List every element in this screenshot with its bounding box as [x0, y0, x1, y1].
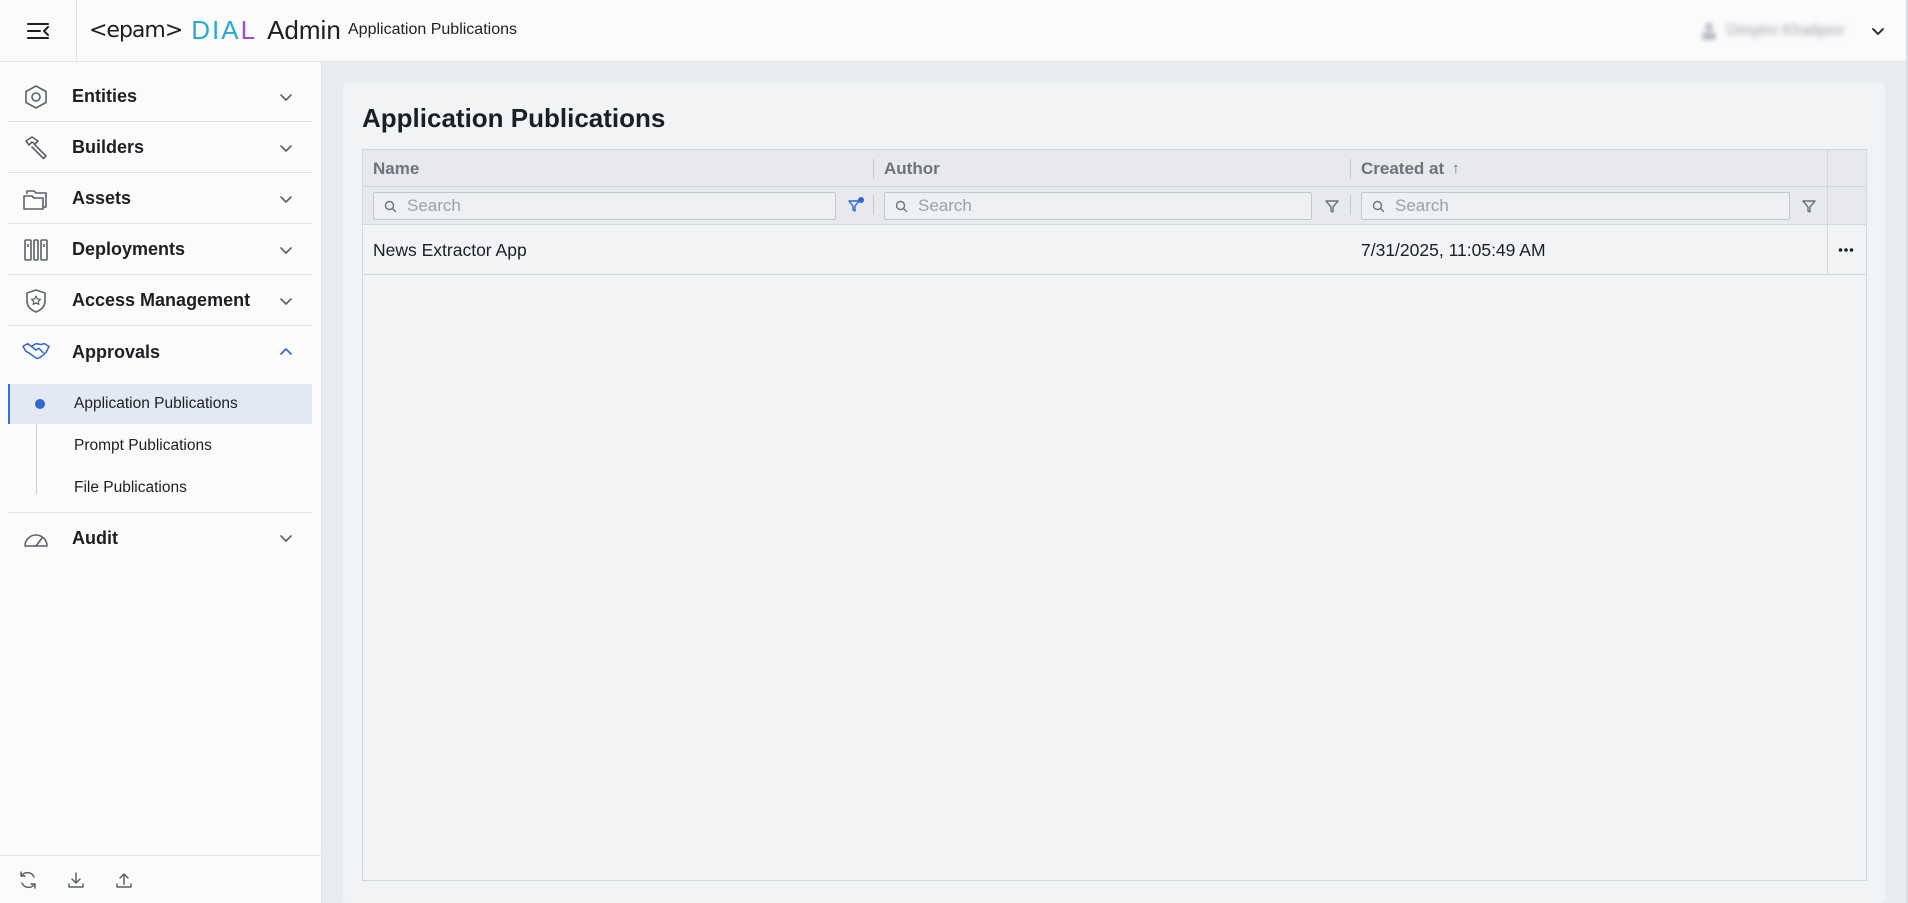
column-header-name[interactable]: Name	[363, 150, 873, 187]
active-dot	[35, 399, 45, 409]
search-icon	[384, 200, 397, 212]
author-filter-button[interactable]	[1323, 197, 1341, 215]
sidebar: Entities Builders Assets Deployments Acc…	[0, 62, 322, 903]
sidebar-subitem-label: Prompt Publications	[74, 437, 212, 454]
sidebar-item-builders[interactable]: Builders	[8, 123, 312, 173]
chevron-down-icon	[280, 93, 292, 101]
user-name: Dmytro Khalipov	[1726, 22, 1844, 39]
sidebar-item-label: Entities	[72, 86, 138, 106]
column-header-created-at[interactable]: Created at ↑	[1351, 150, 1827, 187]
hexagon-icon	[22, 83, 50, 111]
refresh-icon[interactable]	[17, 869, 39, 891]
top-bar: <epam> DIAL Admin Application Publicatio…	[0, 0, 1908, 62]
search-icon	[895, 200, 908, 212]
publications-table: Name Author Created at ↑ Search Search S…	[362, 149, 1867, 881]
chevron-up-icon	[280, 348, 292, 355]
column-header-label: Author	[884, 158, 940, 178]
app-logo[interactable]: <epam> DIAL Admin	[89, 14, 341, 46]
header-page-title: Application Publications	[348, 21, 517, 38]
sidebar-item-entities[interactable]: Entities	[8, 72, 312, 122]
filter-active-icon	[848, 197, 864, 212]
name-search-field[interactable]	[373, 192, 836, 220]
chevron-down-icon	[280, 246, 292, 254]
sidebar-subitem-prompt-publications[interactable]: Prompt Publications	[8, 426, 312, 466]
page-title: Application Publications	[362, 103, 666, 133]
menu-toggle-button[interactable]	[0, 0, 77, 62]
cell-created-at: 7/31/2025, 11:05:49 AM	[1361, 239, 1546, 260]
chevron-down-icon	[280, 297, 292, 305]
created-at-search-field[interactable]	[1361, 192, 1790, 220]
name-filter-button[interactable]	[847, 197, 865, 215]
sidebar-subitem-label: Application Publications	[74, 395, 238, 412]
shield-star-icon	[22, 287, 50, 315]
gauge-icon	[22, 524, 50, 552]
handshake-icon	[22, 338, 50, 366]
sidebar-item-audit[interactable]: Audit	[8, 513, 312, 563]
filter-icon	[1802, 200, 1816, 213]
dial-logo-l: L	[240, 14, 258, 45]
admin-logo-text: Admin	[267, 14, 341, 45]
table-filter-row	[363, 187, 1866, 225]
column-resize-handle	[1350, 195, 1351, 215]
sidebar-subitem-label: File Publications	[74, 479, 187, 496]
sidebar-item-label: Audit	[72, 527, 118, 548]
table-header-row: Name Author Created at ↑	[363, 150, 1866, 187]
chevron-down-icon	[1872, 28, 1884, 35]
sidebar-item-label: Builders	[72, 137, 145, 157]
sidebar-item-label: Approvals	[72, 341, 161, 362]
dial-logo-text: DIAL	[191, 15, 257, 46]
sidebar-item-assets[interactable]: Assets	[8, 174, 312, 224]
column-header-label: Name	[373, 158, 420, 178]
chevron-down-icon	[280, 144, 292, 152]
sidebar-subitem-file-publications[interactable]: File Publications	[8, 468, 312, 508]
menu-collapse-icon	[27, 23, 49, 39]
row-actions-button[interactable]	[1833, 240, 1859, 260]
sidebar-item-deployments[interactable]: Deployments	[8, 225, 312, 275]
name-search-input[interactable]	[407, 196, 768, 216]
chevron-down-icon	[280, 535, 292, 542]
dial-logo-main: DIA	[191, 14, 241, 45]
cell-name: News Extractor App	[373, 239, 527, 260]
sort-ascending-icon: ↑	[1452, 160, 1460, 177]
search-icon	[1372, 200, 1385, 212]
sidebar-item-label: Deployments	[72, 239, 186, 259]
more-horizontal-icon	[1838, 248, 1854, 252]
cell-author	[874, 225, 1350, 275]
hammer-icon	[22, 134, 50, 162]
column-header-label: Created at	[1361, 158, 1445, 178]
author-search-field[interactable]	[884, 192, 1312, 220]
actions-column-divider	[1827, 150, 1828, 275]
author-search-input[interactable]	[918, 196, 1251, 216]
epam-logo-text: <epam>	[89, 17, 183, 43]
sidebar-item-approvals[interactable]: Approvals	[8, 327, 312, 377]
filter-icon	[1325, 200, 1339, 213]
sidebar-subitem-application-publications[interactable]: Application Publications	[8, 384, 312, 424]
sidebar-footer	[0, 855, 322, 903]
user-menu[interactable]: Dmytro Khalipov	[1701, 16, 1886, 46]
column-resize-handle	[873, 195, 874, 215]
upload-icon[interactable]	[113, 869, 135, 891]
table-row[interactable]: News Extractor App 7/31/2025, 11:05:49 A…	[363, 225, 1866, 275]
user-avatar-icon	[1701, 23, 1716, 40]
deployments-icon	[22, 236, 50, 264]
created-at-search-input[interactable]	[1395, 196, 1729, 216]
download-icon[interactable]	[65, 869, 87, 891]
sidebar-item-access-management[interactable]: Access Management	[8, 276, 312, 326]
sidebar-item-label: Assets	[72, 188, 132, 208]
folders-icon	[22, 185, 50, 213]
sidebar-item-label: Access Management	[72, 290, 251, 310]
column-header-author[interactable]: Author	[874, 150, 1350, 187]
chevron-down-icon	[280, 195, 292, 203]
created-at-filter-button[interactable]	[1800, 197, 1818, 215]
